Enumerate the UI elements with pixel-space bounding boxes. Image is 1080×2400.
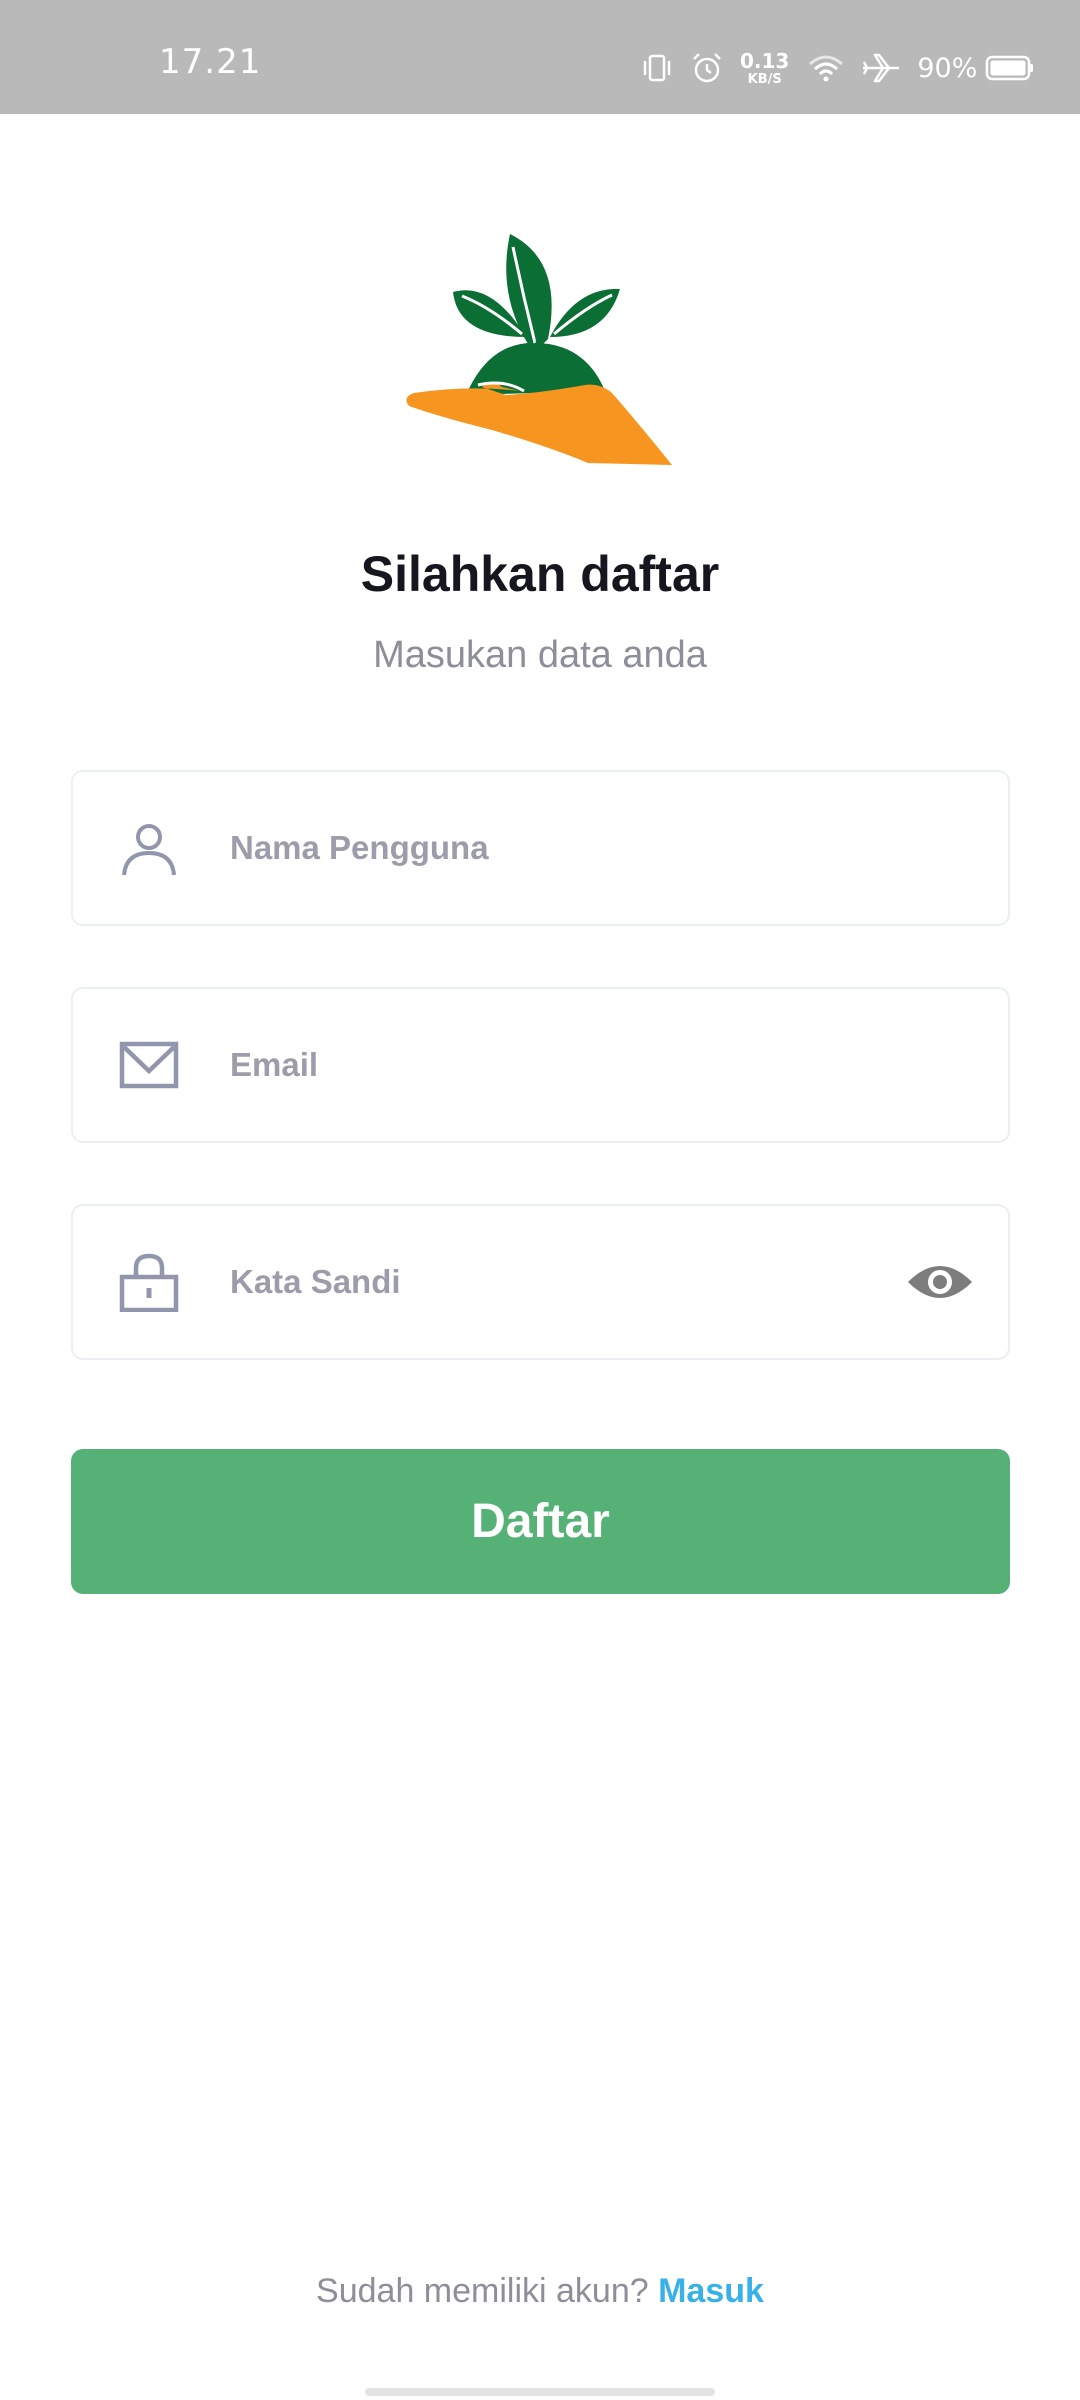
network-speed: 0.13 KB/S: [740, 51, 789, 86]
network-speed-unit: KB/S: [747, 71, 782, 87]
eye-icon[interactable]: [906, 1258, 974, 1306]
password-field[interactable]: [71, 1204, 1010, 1360]
wifi-icon: [807, 53, 845, 83]
battery-icon: [985, 54, 1035, 82]
status-bar: 17.21 0.13 KB/S 90%: [0, 0, 1080, 114]
vibrate-icon: [640, 53, 674, 83]
login-prompt: Sudah memiliki akun? Masuk: [0, 2272, 1080, 2311]
login-prompt-text: Sudah memiliki akun?: [316, 2272, 659, 2310]
network-speed-value: 0.13: [740, 48, 790, 73]
page-title: Silahkan daftar: [360, 546, 720, 602]
battery-percent: 90%: [917, 52, 978, 84]
airplane-icon: [861, 51, 901, 85]
status-icons: 0.13 KB/S 90%: [640, 48, 1051, 88]
user-icon: [119, 818, 179, 878]
password-input[interactable]: [230, 1206, 930, 1358]
app-logo: [400, 225, 680, 470]
status-time: 17.21: [159, 42, 262, 82]
username-field[interactable]: [71, 770, 1010, 926]
username-input[interactable]: [230, 772, 930, 924]
register-screen: 17.21 0.13 KB/S 90% Silahkan daftar Masu…: [0, 0, 1080, 2400]
mail-icon: [119, 1035, 179, 1095]
email-input[interactable]: [230, 989, 930, 1141]
login-link[interactable]: Masuk: [658, 2272, 764, 2310]
page-subtitle: Masukan data anda: [373, 634, 707, 676]
lock-icon: [119, 1252, 179, 1313]
register-button[interactable]: Daftar: [71, 1449, 1010, 1594]
email-field[interactable]: [71, 987, 1010, 1143]
alarm-icon: [690, 51, 724, 85]
home-indicator[interactable]: [365, 2388, 715, 2396]
